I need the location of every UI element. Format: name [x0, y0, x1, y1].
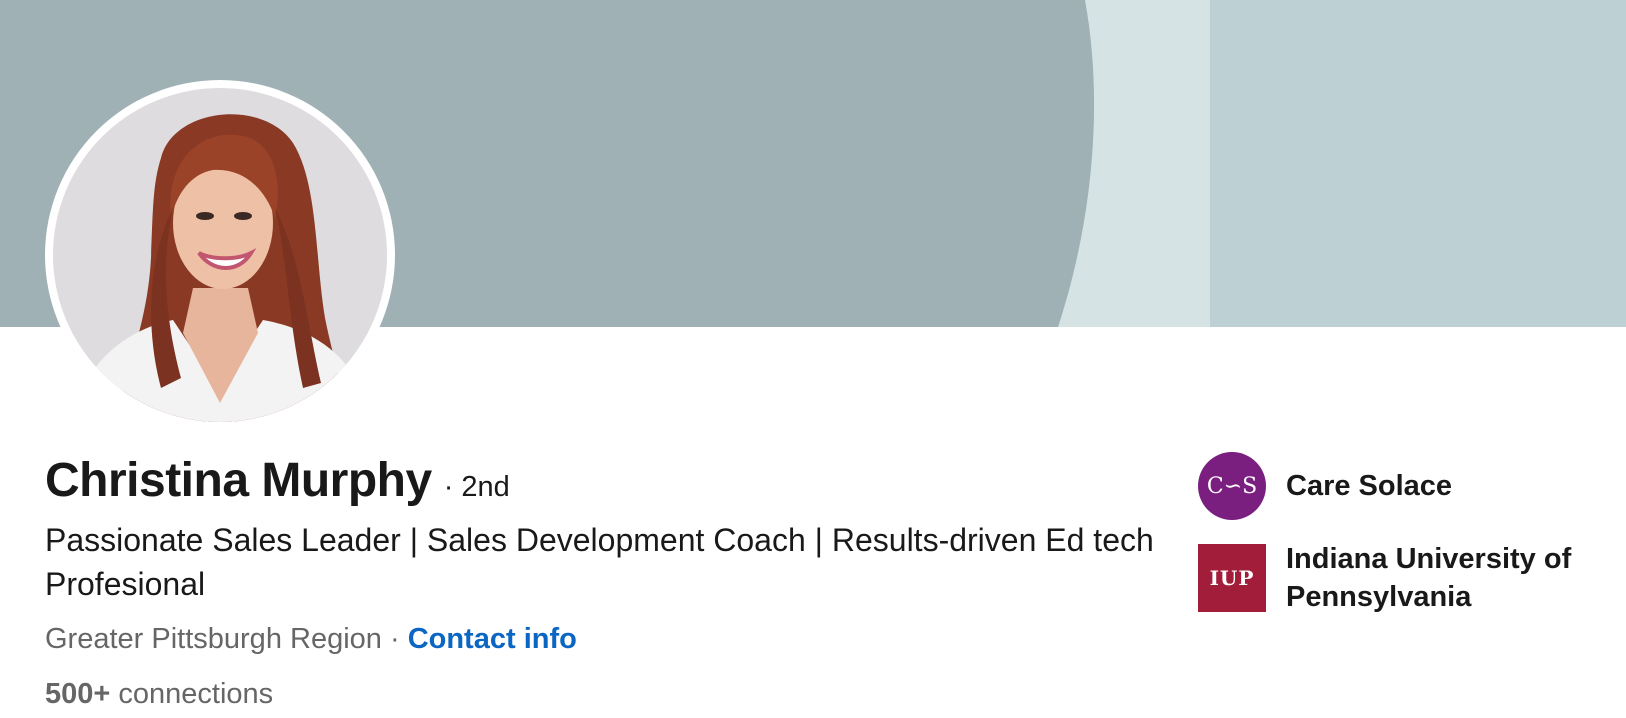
- org-item-iup[interactable]: IUP Indiana University of Pennsylvania: [1198, 540, 1608, 616]
- org-name: Indiana University of Pennsylvania: [1286, 543, 1572, 613]
- profile-photo-frame[interactable]: [45, 80, 395, 430]
- profile-headline: Passionate Sales Leader | Sales Developm…: [45, 522, 1154, 602]
- profile-photo: [53, 88, 387, 422]
- org-item-care-solace[interactable]: C∽S Care Solace: [1198, 452, 1608, 520]
- org-name: Care Solace: [1286, 470, 1453, 502]
- connections-link[interactable]: 500+ connections: [45, 678, 273, 711]
- connection-degree: · 2nd: [443, 471, 510, 503]
- location-separator: ·: [381, 623, 408, 655]
- profile-card: Christina Murphy · 2nd Passionate Sales …: [0, 0, 1626, 718]
- contact-info-link[interactable]: Contact info: [408, 623, 577, 655]
- connections-label: connections: [110, 678, 274, 710]
- location-row: Greater Pittsburgh Region · Contact info: [45, 623, 577, 656]
- care-solace-logo-icon: C∽S: [1198, 452, 1266, 520]
- iup-logo-icon: IUP: [1198, 544, 1266, 612]
- profile-name: Christina Murphy: [45, 454, 432, 507]
- profile-name-row: Christina Murphy · 2nd: [45, 453, 510, 508]
- connections-count: 500+: [45, 678, 111, 710]
- organizations-list: C∽S Care Solace IUP Indiana University o…: [1198, 452, 1608, 616]
- profile-location: Greater Pittsburgh Region: [45, 623, 382, 655]
